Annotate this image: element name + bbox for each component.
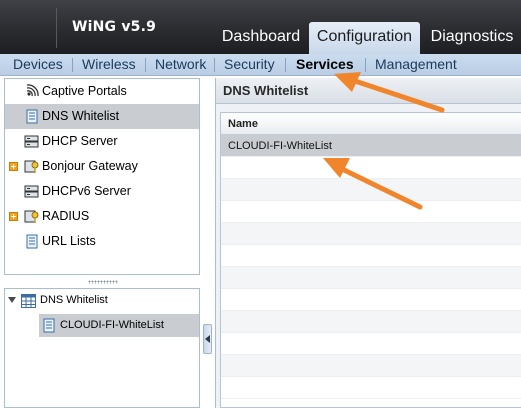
empty-row xyxy=(221,355,521,377)
document-icon xyxy=(43,318,55,333)
empty-row xyxy=(221,245,521,267)
tab-dashboard[interactable]: Dashboard xyxy=(214,22,308,54)
empty-row xyxy=(221,201,521,223)
table-icon xyxy=(21,294,36,308)
header-divider xyxy=(56,8,57,48)
table-row[interactable]: CLOUDI-FI-WhiteList xyxy=(221,135,521,157)
menu-item-radius[interactable]: RADIUS xyxy=(5,204,199,229)
subnav-separator xyxy=(285,58,286,72)
tree-root-dns-whitelist[interactable]: DNS Whitelist xyxy=(5,291,199,311)
grid-header: Name xyxy=(221,113,521,135)
key-icon xyxy=(24,210,39,223)
expand-icon[interactable] xyxy=(9,162,18,171)
panel-title-bar: DNS Whitelist xyxy=(216,78,521,104)
key-icon xyxy=(24,160,39,173)
tab-configuration[interactable]: Configuration xyxy=(309,22,420,54)
tree-item-cloudi-fi-whitelist[interactable]: CLOUDI-FI-WhiteList xyxy=(39,314,199,337)
subnav-services[interactable]: Services xyxy=(296,56,354,72)
captive-portal-icon xyxy=(26,84,39,97)
tree-item-label: CLOUDI-FI-WhiteList xyxy=(60,319,164,331)
document-icon xyxy=(26,234,38,249)
empty-row xyxy=(221,223,521,245)
empty-row xyxy=(221,311,521,333)
menu-item-dns-whitelist[interactable]: DNS Whitelist xyxy=(5,104,199,129)
expand-icon[interactable] xyxy=(9,212,18,221)
menu-item-label: Bonjour Gateway xyxy=(42,159,138,173)
subnav-security[interactable]: Security xyxy=(224,56,275,72)
empty-row xyxy=(221,377,521,399)
empty-row xyxy=(221,289,521,311)
subnav-separator xyxy=(365,58,366,72)
menu-item-bonjour-gateway[interactable]: Bonjour Gateway xyxy=(5,154,199,179)
menu-item-dhcp-server[interactable]: DHCP Server xyxy=(5,129,199,154)
menu-item-label: Captive Portals xyxy=(42,84,127,98)
collapse-triangle-icon[interactable] xyxy=(8,297,16,303)
panel-title: DNS Whitelist xyxy=(223,83,309,98)
server-icon xyxy=(24,185,39,198)
app-header: WiNG v5.9 Dashboard Configuration Diagno… xyxy=(0,0,521,54)
empty-row xyxy=(221,333,521,355)
empty-row xyxy=(221,267,521,289)
app-title: WiNG v5.9 xyxy=(72,19,157,35)
menu-item-url-lists[interactable]: URL Lists xyxy=(5,229,199,254)
config-subnav: Devices Wireless Network Security Servic… xyxy=(0,54,521,76)
empty-row xyxy=(221,157,521,179)
column-header-name[interactable]: Name xyxy=(228,118,258,130)
whitelist-grid: Name CLOUDI-FI-WhiteList xyxy=(220,112,521,408)
dns-whitelist-panel: DNS Whitelist Name CLOUDI-FI-WhiteList xyxy=(215,78,521,408)
tab-diagnostics[interactable]: Diagnostics xyxy=(423,22,521,54)
menu-item-captive-portals[interactable]: Captive Portals xyxy=(5,79,199,104)
subnav-separator xyxy=(72,58,73,72)
collapse-sidebar-handle[interactable] xyxy=(203,324,212,354)
subnav-network[interactable]: Network xyxy=(155,56,206,72)
menu-item-label: URL Lists xyxy=(42,234,96,248)
subnav-devices[interactable]: Devices xyxy=(13,56,63,72)
panel-splitter[interactable] xyxy=(88,280,118,284)
dns-whitelist-tree: DNS Whitelist CLOUDI-FI-WhiteList xyxy=(4,288,200,408)
subnav-separator xyxy=(145,58,146,72)
row-name-cell: CLOUDI-FI-WhiteList xyxy=(228,140,332,152)
server-icon xyxy=(24,135,39,148)
empty-row xyxy=(221,179,521,201)
menu-item-label: DHCPv6 Server xyxy=(42,184,131,198)
tree-root-label: DNS Whitelist xyxy=(40,294,108,306)
menu-item-dhcpv6-server[interactable]: DHCPv6 Server xyxy=(5,179,199,204)
menu-item-label: RADIUS xyxy=(42,209,90,223)
menu-item-label: DHCP Server xyxy=(42,134,118,148)
subnav-wireless[interactable]: Wireless xyxy=(82,56,136,72)
services-menu-panel: Captive Portals DNS Whitelist DHCP Serve… xyxy=(4,78,200,275)
subnav-separator xyxy=(214,58,215,72)
subnav-management[interactable]: Management xyxy=(375,56,457,72)
document-icon xyxy=(26,109,38,124)
menu-item-label: DNS Whitelist xyxy=(42,109,120,123)
